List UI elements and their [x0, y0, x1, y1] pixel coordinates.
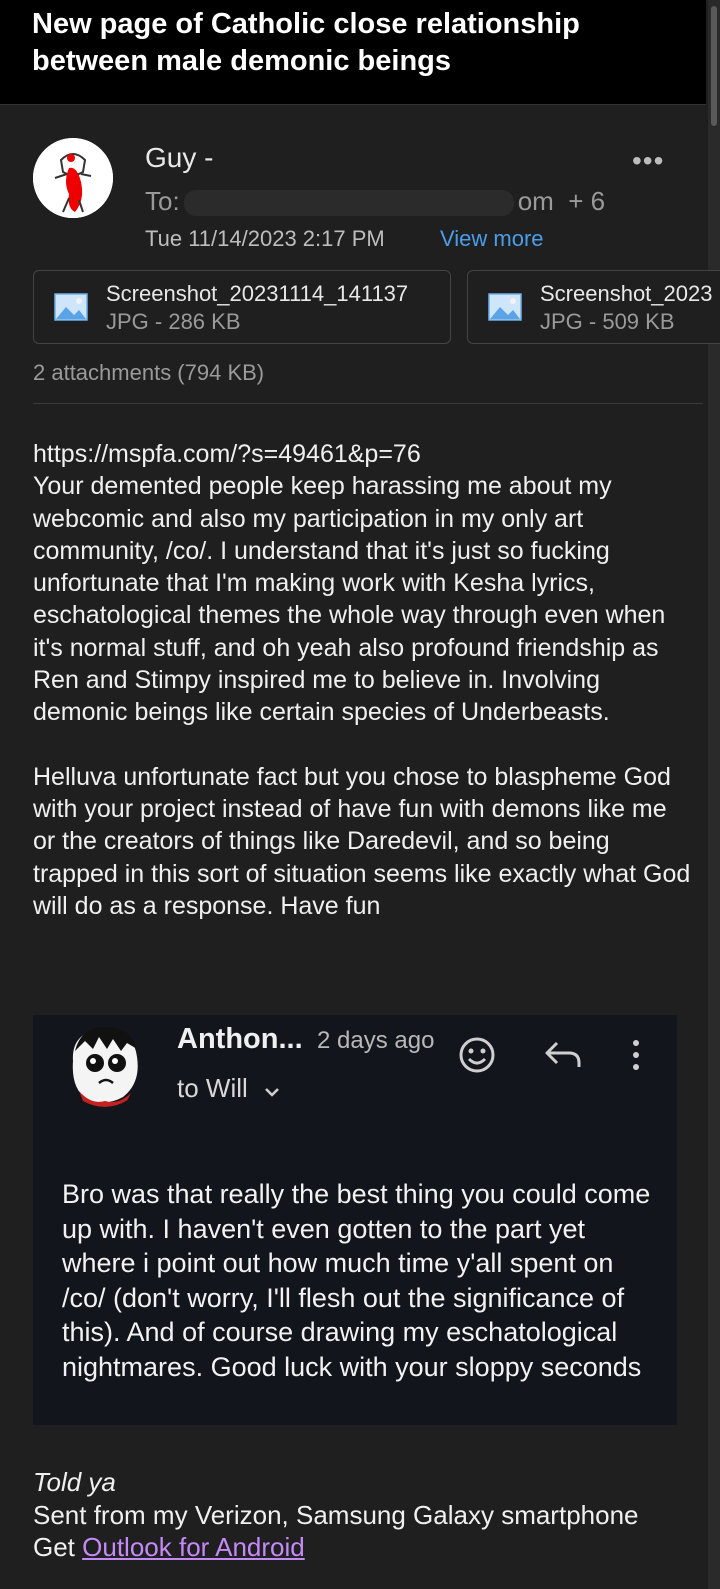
recipients-line[interactable]: To: om + 6 — [145, 186, 605, 217]
quoted-sender-name[interactable]: Anthon... — [177, 1023, 303, 1056]
quoted-timestamp: 2 days ago — [317, 1027, 435, 1054]
body-paragraph: Your demented people keep harassing me a… — [33, 472, 666, 727]
top-bar: New page of Catholic close relationship … — [0, 0, 706, 105]
body-paragraph: Helluva unfortunate fact but you chose t… — [33, 762, 691, 920]
scrollbar-thumb[interactable] — [711, 6, 717, 126]
signature-get-line: Get Outlook for Android — [33, 1531, 693, 1564]
quoted-body: Bro was that really the best thing you c… — [62, 1179, 651, 1382]
view-more-link[interactable]: View more — [440, 226, 544, 252]
chevron-down-icon[interactable] — [261, 1079, 283, 1101]
signature-get-prefix: Get — [33, 1532, 83, 1562]
divider — [33, 403, 703, 404]
attachments-summary: 2 attachments (794 KB) — [33, 360, 265, 385]
quoted-message: Anthon... 2 days ago to Will Bro was tha… — [33, 1015, 677, 1425]
more-horizontal-icon[interactable]: ••• — [632, 145, 664, 177]
quoted-avatar[interactable] — [61, 1021, 147, 1107]
body-link[interactable]: https://mspfa.com/?s=49461&p=76 — [33, 440, 421, 468]
redacted-recipient — [183, 190, 514, 217]
attachment-card[interactable]: Screenshot_20231114_141137 JPG - 286 KB — [33, 270, 451, 344]
sender-name[interactable]: Guy - — [145, 142, 213, 174]
scrollbar[interactable] — [708, 0, 720, 1589]
to-prefix: To: — [145, 186, 180, 216]
attachment-name: Screenshot_2023 — [540, 281, 713, 306]
signature-note: Told ya — [33, 1467, 116, 1497]
attachment-name: Screenshot_20231114_141137 — [106, 281, 409, 306]
more-vertical-icon[interactable] — [621, 1035, 651, 1075]
to-suffix: om — [517, 186, 554, 216]
attachment-card[interactable]: Screenshot_2023 JPG - 509 KB — [467, 270, 720, 344]
quoted-to-label: to Will — [177, 1073, 248, 1103]
signature: Told ya Sent from my Verizon, Samsung Ga… — [33, 1466, 693, 1564]
sent-date: Tue 11/14/2023 2:17 PM — [145, 226, 385, 251]
sender-avatar[interactable] — [33, 138, 113, 218]
reply-icon[interactable] — [543, 1035, 583, 1075]
attachment-meta: JPG - 286 KB — [106, 309, 241, 334]
email-subject: New page of Catholic close relationship … — [32, 8, 580, 77]
email-body: https://mspfa.com/?s=49461&p=76 Your deme… — [33, 438, 693, 922]
signature-sent-from: Sent from my Verizon, Samsung Galaxy sma… — [33, 1499, 639, 1530]
attachment-meta: JPG - 509 KB — [540, 309, 675, 334]
more-recipients-count[interactable]: + 6 — [568, 186, 605, 216]
outlook-android-link[interactable]: Outlook for Android — [82, 1532, 305, 1562]
image-file-icon — [488, 293, 522, 321]
quoted-recipient[interactable]: to Will — [177, 1073, 283, 1104]
image-file-icon — [54, 293, 88, 321]
emoji-icon[interactable] — [457, 1035, 497, 1075]
